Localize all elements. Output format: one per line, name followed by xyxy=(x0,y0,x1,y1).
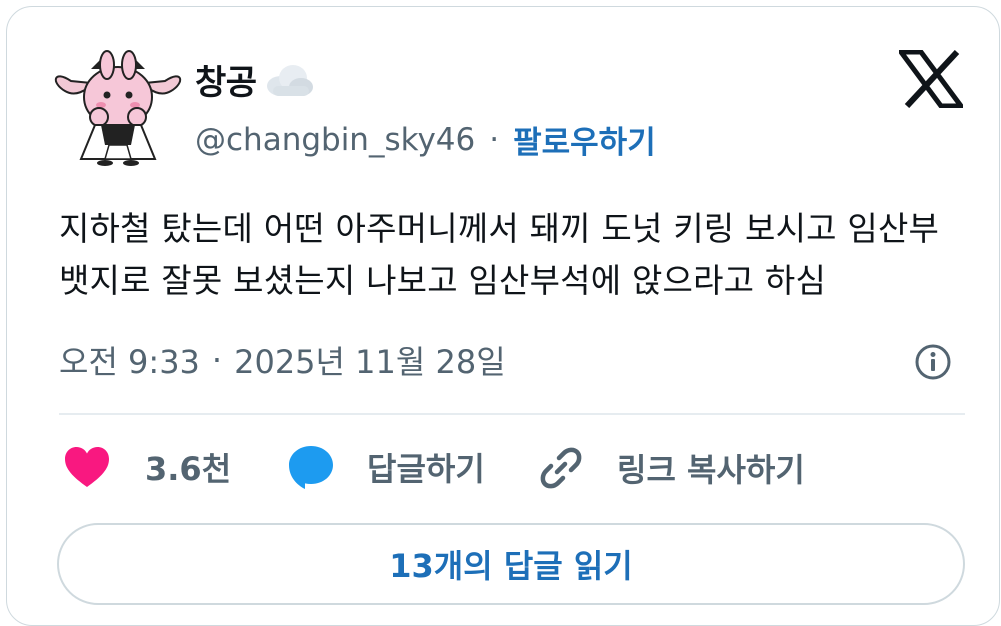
copy-link-button[interactable]: 링크 복사하기 xyxy=(537,444,805,492)
read-replies-button[interactable]: 13개의 답글 읽기 xyxy=(57,523,965,605)
avatar[interactable] xyxy=(51,47,185,167)
link-icon xyxy=(540,447,582,489)
post-text-line: 지하철 탔는데 어떤 아주머니께서 돼끼 도넛 키링 보시고 임산부 xyxy=(59,209,940,248)
separator-dot: · xyxy=(211,341,223,379)
like-button[interactable]: 3.6천 xyxy=(63,444,231,490)
heart-icon xyxy=(65,447,109,487)
copy-link-label: 링크 복사하기 xyxy=(617,451,805,489)
follow-button[interactable]: 팔로우하기 xyxy=(513,117,656,162)
user-handle[interactable]: @changbin_sky46 xyxy=(195,122,475,158)
display-name-row: 창공 xyxy=(195,55,315,104)
reply-label: 답글하기 xyxy=(367,450,485,488)
post-text: 지하철 탔는데 어떤 아주머니께서 돼끼 도넛 키링 보시고 임산부 뱃지로 잘… xyxy=(59,203,959,307)
separator-dot: · xyxy=(489,121,500,158)
x-logo-icon[interactable] xyxy=(899,50,963,108)
post-date: 2025년 11월 28일 xyxy=(234,343,506,381)
post-card: 창공 @changbin_sky46 · 팔로우하기 지하철 탔는데 어떤 아주… xyxy=(6,6,1000,626)
post-time: 오전 9:33 xyxy=(59,343,200,381)
timestamp-row[interactable]: 오전 9:33 · 2025년 11월 28일 xyxy=(59,337,506,383)
post-text-line: 뱃지로 잘못 보셨는지 나보고 임산부석에 앉으라고 하심 xyxy=(59,261,827,300)
info-icon[interactable] xyxy=(913,342,953,382)
divider xyxy=(59,413,965,415)
reply-button[interactable]: 답글하기 xyxy=(287,444,485,490)
reply-bubble-icon xyxy=(289,446,333,489)
like-count: 3.6천 xyxy=(145,450,232,488)
cloud-emoji-icon xyxy=(266,64,313,96)
display-name[interactable]: 창공 xyxy=(195,55,257,104)
handle-row: @changbin_sky46 · 팔로우하기 xyxy=(195,117,656,162)
